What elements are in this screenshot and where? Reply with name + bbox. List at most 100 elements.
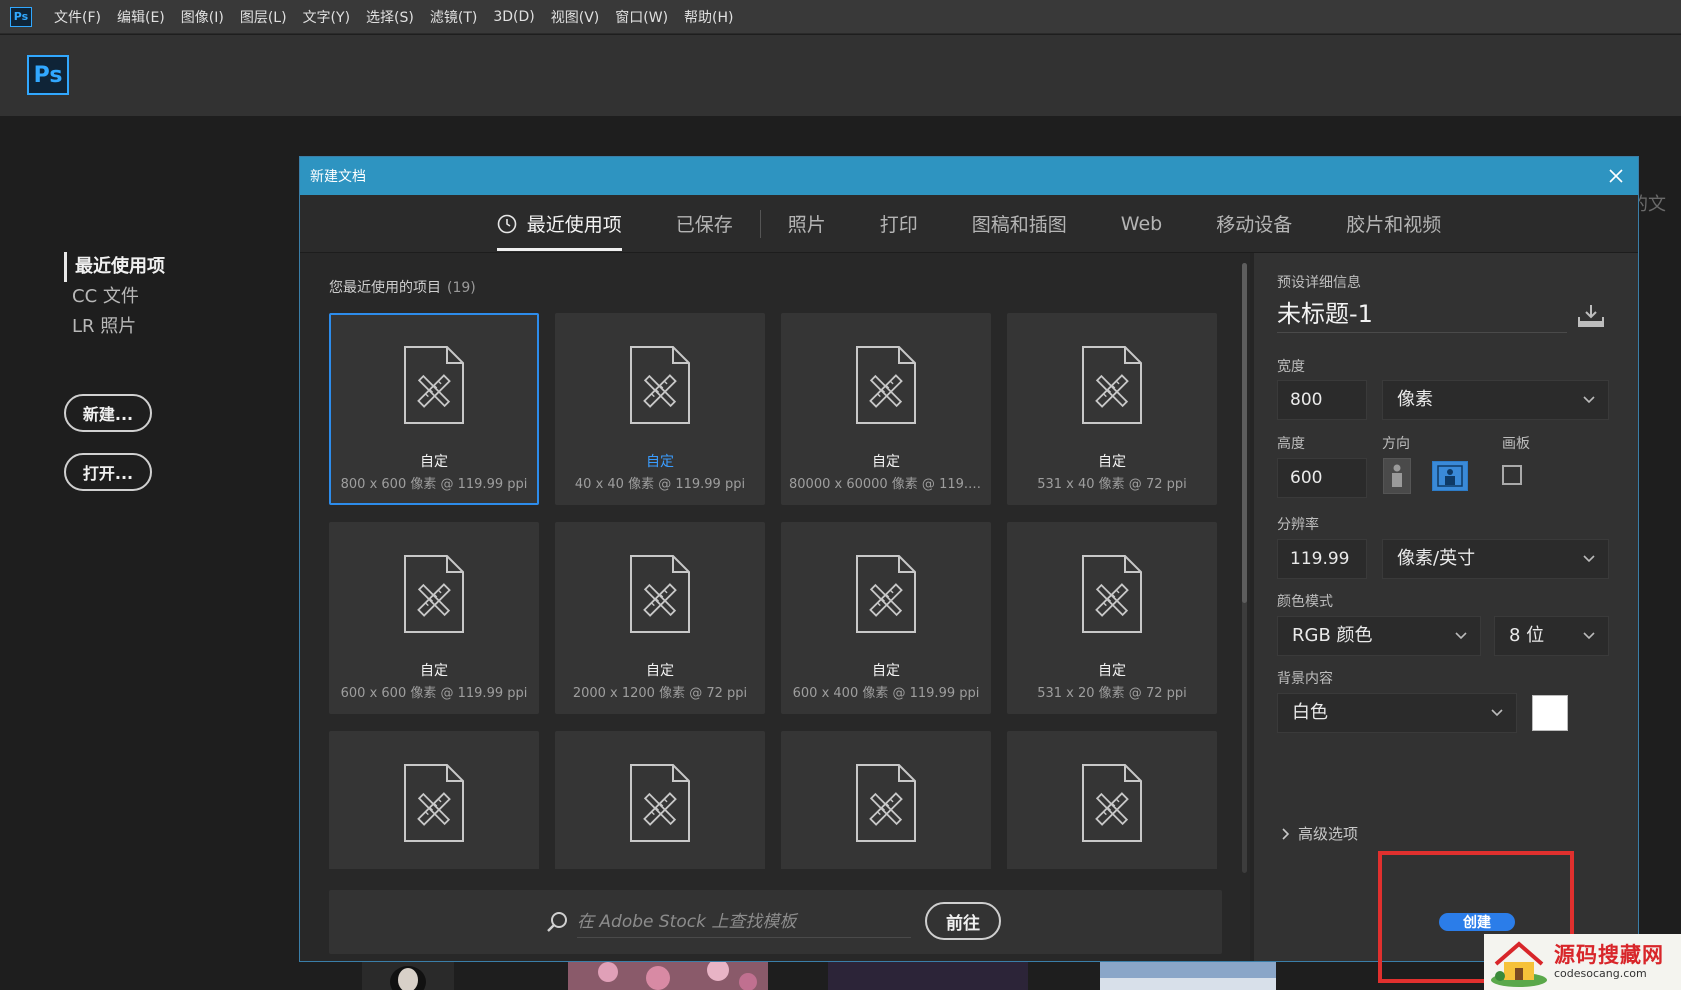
- watermark-house-logo: [1491, 941, 1547, 987]
- bit-depth-select[interactable]: 8 位: [1494, 616, 1609, 656]
- width-unit-select[interactable]: 像素: [1382, 380, 1609, 420]
- recent-items-area: 您最近使用的项目 (19) 自定 800 x 600 像素 @ 119.99 ppi…: [300, 253, 1250, 961]
- menu-select[interactable]: 选择(S): [366, 7, 414, 27]
- scrollbar[interactable]: [1242, 263, 1247, 873]
- tab-label: 胶片和视频: [1346, 214, 1442, 236]
- tab-web[interactable]: Web: [1121, 195, 1162, 253]
- scrollbar-thumb[interactable]: [1242, 263, 1247, 603]
- home-header: Ps: [0, 35, 1681, 116]
- width-input[interactable]: 800: [1277, 380, 1367, 420]
- recent-item-name: 自定: [1098, 663, 1126, 679]
- recent-item-card[interactable]: 自定 600 x 600 像素 @ 119.99 ppi: [329, 522, 539, 714]
- recent-item-card[interactable]: [781, 731, 991, 869]
- home-nav-lr-photos[interactable]: LR 照片: [64, 312, 165, 342]
- landscape-orientation-button[interactable]: [1432, 461, 1468, 491]
- resolution-unit-select[interactable]: 像素/英寸: [1382, 539, 1609, 579]
- photoshop-window: Ps 文件(F) 编辑(E) 图像(I) 图层(L) 文字(Y) 选择(S) 滤…: [0, 0, 1681, 990]
- recent-item-card[interactable]: 自定 40 x 40 像素 @ 119.99 ppi: [555, 313, 765, 505]
- recent-item-card[interactable]: 自定 531 x 20 像素 @ 72 ppi: [1007, 522, 1217, 714]
- home-logo[interactable]: Ps: [27, 55, 69, 95]
- tab-label: 移动设备: [1216, 214, 1293, 236]
- watermark-title: 源码搜藏网: [1554, 943, 1664, 967]
- home-nav: 最近使用项 CC 文件 LR 照片: [64, 252, 165, 342]
- go-button[interactable]: 前往: [925, 902, 1001, 940]
- menu-help[interactable]: 帮助(H): [684, 7, 733, 27]
- artboard-checkbox[interactable]: [1502, 465, 1522, 485]
- portrait-orientation-button[interactable]: [1383, 458, 1411, 494]
- adobe-stock-search: 前往: [329, 890, 1222, 954]
- background-color-swatch[interactable]: [1532, 695, 1568, 731]
- tab-film-video[interactable]: 胶片和视频: [1346, 195, 1441, 253]
- tab-label: 照片: [787, 214, 826, 236]
- recent-count: (19): [447, 280, 476, 296]
- tab-label: 最近使用项: [526, 214, 622, 236]
- search-icon: [547, 912, 567, 932]
- menu-edit[interactable]: 编辑(E): [117, 7, 165, 27]
- home-nav-recent[interactable]: 最近使用项: [64, 252, 165, 282]
- menu-image[interactable]: 图像(I): [181, 7, 224, 27]
- tab-photo[interactable]: 照片: [788, 195, 826, 253]
- document-preset-icon: [401, 345, 467, 425]
- document-preset-icon: [401, 763, 467, 843]
- bit-depth-value: 8 位: [1509, 625, 1545, 646]
- recent-item-card[interactable]: 自定 800 x 600 像素 @ 119.99 ppi: [329, 313, 539, 505]
- chevron-down-icon: [1491, 709, 1503, 717]
- artboard-label: 画板: [1502, 436, 1530, 452]
- landscape-icon: [1437, 465, 1463, 487]
- chevron-down-icon: [1583, 396, 1595, 404]
- recent-item-name: 自定: [646, 454, 674, 470]
- menu-3d[interactable]: 3D(D): [493, 9, 534, 25]
- recent-item-card[interactable]: [555, 731, 765, 869]
- home-nav-cc-files[interactable]: CC 文件: [64, 282, 165, 312]
- tab-art-illustration[interactable]: 图稿和插图: [972, 195, 1067, 253]
- menu-layer[interactable]: 图层(L): [240, 7, 287, 27]
- advanced-options-label: 高级选项: [1298, 825, 1359, 843]
- color-mode-value: RGB 颜色: [1292, 625, 1373, 646]
- tab-mobile[interactable]: 移动设备: [1216, 195, 1292, 253]
- dialog-title: 新建文档: [310, 169, 366, 185]
- recent-item-card[interactable]: 自定 531 x 40 像素 @ 72 ppi: [1007, 313, 1217, 505]
- menu-window[interactable]: 窗口(W): [615, 7, 668, 27]
- portrait-icon: [1392, 464, 1402, 487]
- recent-item-card[interactable]: 自定 600 x 400 像素 @ 119.99 ppi: [781, 522, 991, 714]
- tab-print[interactable]: 打印: [880, 195, 918, 253]
- document-preset-icon: [853, 763, 919, 843]
- watermark: 源码搜藏网 codesocang.com: [1484, 934, 1681, 990]
- document-preset-icon: [627, 345, 693, 425]
- stock-search-input[interactable]: [577, 906, 911, 938]
- height-input[interactable]: 600: [1277, 458, 1367, 498]
- resolution-input[interactable]: 119.99: [1277, 539, 1367, 579]
- close-icon[interactable]: [1604, 164, 1628, 188]
- recent-item-card[interactable]: 自定 80000 x 60000 像素 @ 119.9...: [781, 313, 991, 505]
- recent-item-card[interactable]: [329, 731, 539, 869]
- tab-saved[interactable]: 已保存: [676, 195, 733, 253]
- recent-thumbnail[interactable]: [1100, 960, 1276, 990]
- tab-recent[interactable]: 最近使用项: [496, 195, 622, 253]
- chevron-right-icon: [1282, 827, 1290, 840]
- background-select[interactable]: 白色: [1277, 693, 1517, 733]
- recent-item-dimensions: 600 x 400 像素 @ 119.99 ppi: [792, 686, 980, 701]
- menu-type[interactable]: 文字(Y): [303, 7, 350, 27]
- home-open-button[interactable]: 打开...: [64, 453, 152, 491]
- save-preset-icon[interactable]: [1576, 303, 1606, 329]
- recent-thumbnail[interactable]: [568, 959, 768, 990]
- menu-file[interactable]: 文件(F): [54, 7, 101, 27]
- menu-view[interactable]: 视图(V): [551, 7, 600, 27]
- recent-thumbnail[interactable]: [362, 960, 454, 990]
- recent-item-card[interactable]: [1007, 731, 1217, 869]
- background-label: 背景内容: [1277, 671, 1333, 687]
- recent-items-grid: 自定 800 x 600 像素 @ 119.99 ppi 自定 40 x 40 像素 …: [329, 313, 1219, 869]
- document-name-field[interactable]: 未标题-1: [1277, 295, 1567, 333]
- advanced-options-toggle[interactable]: 高级选项: [1280, 823, 1358, 844]
- home-new-button[interactable]: 新建...: [64, 394, 152, 432]
- recent-items-heading: 您最近使用的项目 (19): [329, 277, 476, 297]
- recent-thumbnail[interactable]: [828, 960, 1028, 990]
- recent-item-dimensions: 800 x 600 像素 @ 119.99 ppi: [340, 477, 528, 492]
- color-mode-label: 颜色模式: [1277, 594, 1333, 610]
- color-mode-select[interactable]: RGB 颜色: [1277, 616, 1481, 656]
- recent-item-card[interactable]: 自定 2000 x 1200 像素 @ 72 ppi: [555, 522, 765, 714]
- menu-filter[interactable]: 滤镜(T): [430, 7, 477, 27]
- document-preset-icon: [853, 345, 919, 425]
- recent-item-dimensions: 531 x 40 像素 @ 72 ppi: [1037, 477, 1187, 492]
- recent-item-dimensions: 600 x 600 像素 @ 119.99 ppi: [340, 686, 528, 701]
